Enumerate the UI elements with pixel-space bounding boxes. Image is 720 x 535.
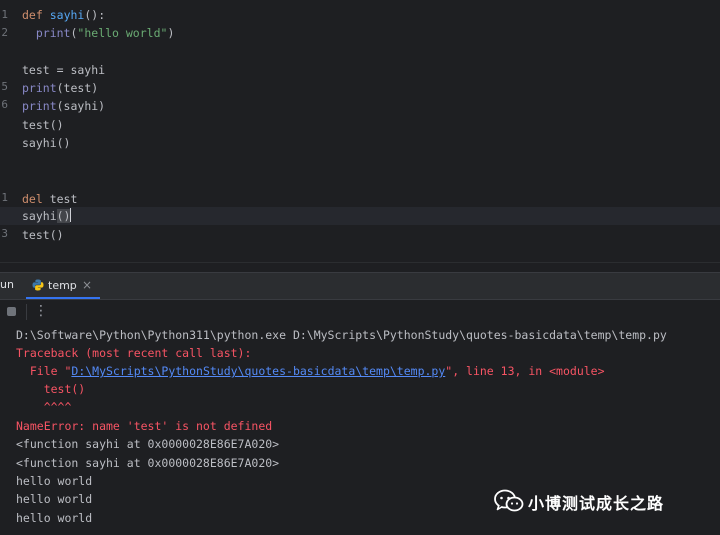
line-number: 3	[1, 227, 8, 240]
console-command: D:\Software\Python\Python311\python.exe …	[16, 328, 667, 342]
code-line: sayhi()	[22, 136, 71, 150]
run-toolbar: ⋮	[0, 300, 720, 324]
line-number: 6	[1, 98, 8, 111]
traceback-caret: ^^^^	[16, 400, 72, 414]
traceback-file-line: File "D:\MyScripts\PythonStudy\quotes-ba…	[16, 364, 605, 378]
line-number: 1	[1, 191, 8, 204]
traceback-header: Traceback (most recent call last):	[16, 346, 252, 360]
run-panel-title: un	[0, 278, 14, 291]
python-icon	[32, 279, 44, 291]
divider	[26, 304, 27, 320]
close-icon[interactable]: ×	[82, 278, 92, 292]
line-number: 2	[1, 26, 8, 39]
line-number: 5	[1, 80, 8, 93]
code-line: test = sayhi	[22, 63, 106, 77]
code-line: print(sayhi)	[22, 99, 106, 113]
code-line: def sayhi():	[22, 8, 106, 22]
code-editor[interactable]: 1 2 5 6 1 2 3 def sayhi(): print("hello …	[0, 0, 720, 262]
traceback-code: test()	[16, 382, 86, 396]
file-link[interactable]: D:\MyScripts\PythonStudy\quotes-basicdat…	[71, 364, 445, 378]
output-line: hello world	[16, 492, 93, 506]
code-line: del test	[22, 192, 78, 206]
more-options-icon[interactable]: ⋮	[34, 302, 48, 320]
output-line: <function sayhi at 0x0000028E86E7A020>	[16, 456, 280, 470]
error-message: NameError: name 'test' is not defined	[16, 419, 273, 433]
text-caret	[70, 208, 72, 222]
run-tab-bar: un temp ×	[0, 272, 720, 300]
code-line: test()	[22, 228, 64, 242]
current-code-line: sayhi()	[0, 207, 720, 225]
output-line: hello world	[16, 474, 93, 488]
divider	[0, 262, 720, 263]
code-line: test()	[22, 118, 64, 132]
output-line: <function sayhi at 0x0000028E86E7A020>	[16, 437, 280, 451]
tab-temp[interactable]: temp ×	[26, 273, 100, 299]
tab-label: temp	[48, 279, 77, 292]
output-line: hello world	[16, 511, 93, 525]
code-line: print("hello world")	[35, 26, 175, 40]
wechat-icon	[494, 489, 524, 512]
line-number: 1	[1, 8, 8, 21]
code-line: print(test)	[22, 81, 99, 95]
stop-button[interactable]	[7, 307, 16, 316]
watermark-text: 小博测试成长之路	[528, 494, 665, 513]
watermark: 小博测试成长之路	[494, 489, 694, 513]
